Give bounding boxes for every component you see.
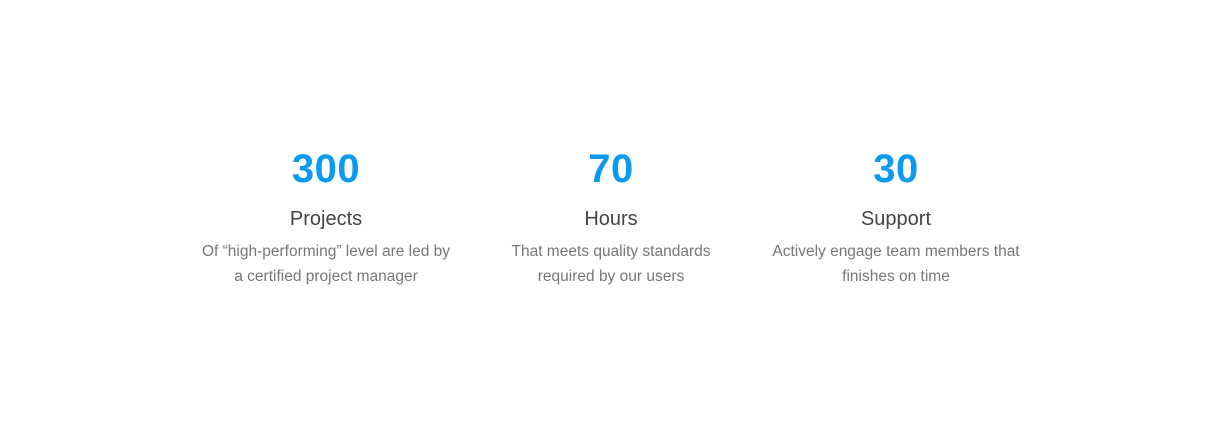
stat-description-line: Of “high-performing” level are led by — [201, 243, 451, 260]
stat-title: Projects — [289, 208, 363, 230]
stat-description: That meets quality standards required by… — [461, 239, 761, 289]
stat-description: Actively engage team members that finish… — [746, 239, 1046, 289]
stat-number: 300 — [291, 147, 361, 191]
stats-section: 300 Projects Of “high-performing” level … — [0, 145, 1221, 305]
stat-hours: 70 Hours That meets quality standards re… — [461, 145, 761, 289]
stat-title: Support — [860, 208, 932, 230]
stat-support: 30 Support Actively engage team members … — [746, 145, 1046, 289]
stat-description: Of “high-performing” level are led by a … — [176, 239, 476, 289]
stat-description-line: required by our users — [537, 268, 685, 285]
stat-number: 70 — [588, 147, 634, 191]
stat-number: 30 — [873, 147, 919, 191]
stat-projects: 300 Projects Of “high-performing” level … — [176, 145, 476, 289]
stat-description-line: That meets quality standards — [511, 243, 711, 260]
stat-description-line: finishes on time — [842, 268, 950, 285]
stat-description-line: Actively engage team members that — [772, 243, 1020, 260]
stat-title: Hours — [584, 208, 638, 230]
stat-description-line: a certified project manager — [234, 268, 418, 285]
